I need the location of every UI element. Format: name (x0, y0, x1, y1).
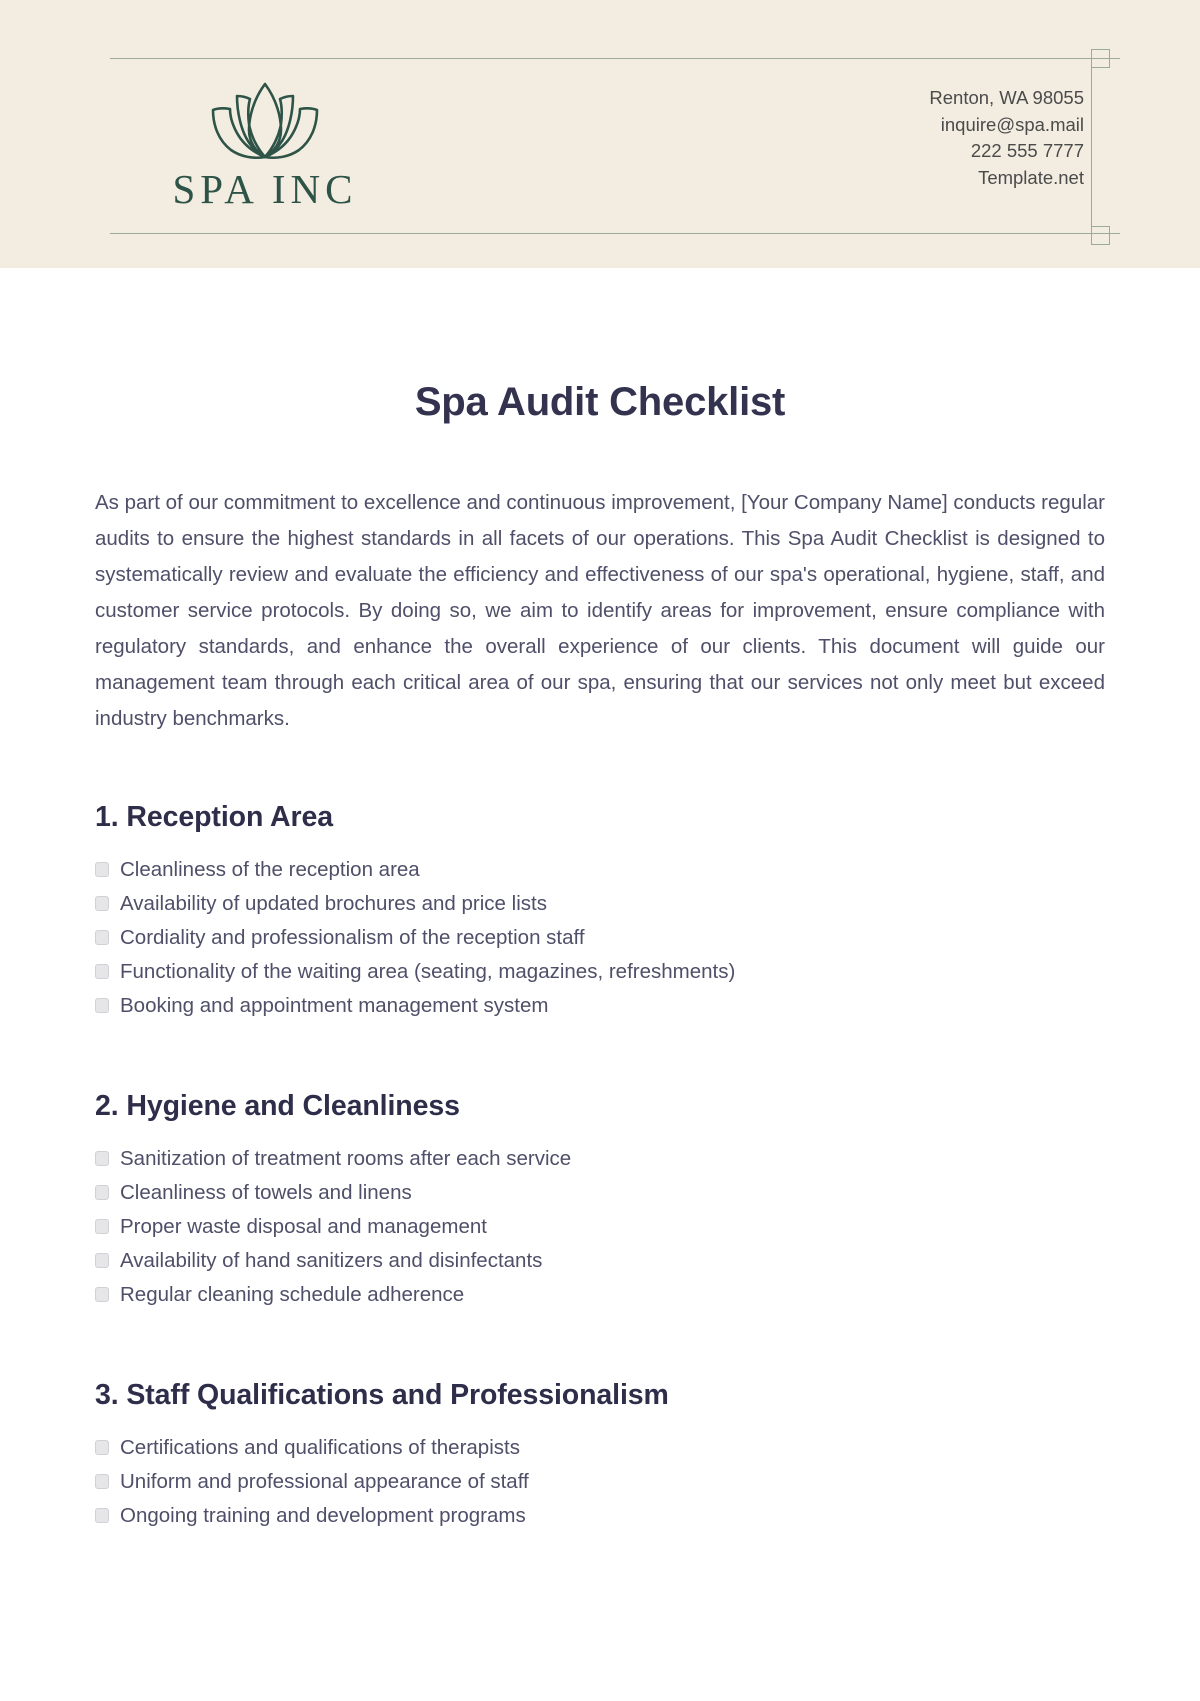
checkbox-icon[interactable] (95, 1287, 109, 1302)
list-item[interactable]: Uniform and professional appearance of s… (95, 1468, 1105, 1496)
lotus-flower-icon (211, 82, 319, 160)
list-item[interactable]: Cleanliness of the reception area (95, 856, 1105, 884)
checkbox-icon[interactable] (95, 1440, 109, 1455)
list-item-label: Uniform and professional appearance of s… (120, 1470, 529, 1493)
list-item-label: Sanitization of treatment rooms after ea… (120, 1147, 572, 1170)
list-item-label: Cordiality and professionalism of the re… (120, 926, 585, 949)
checklist-section: 1. Reception Area Cleanliness of the rec… (95, 737, 1105, 1020)
checklist-section: 3. Staff Qualifications and Professional… (95, 1315, 1105, 1530)
header-rule-bottom (110, 233, 1120, 234)
list-item[interactable]: Sanitization of treatment rooms after ea… (95, 1145, 1105, 1173)
list-item-label: Ongoing training and development program… (120, 1504, 526, 1527)
checkbox-icon[interactable] (95, 930, 109, 945)
list-item[interactable]: Availability of hand sanitizers and disi… (95, 1247, 1105, 1275)
list-item[interactable]: Functionality of the waiting area (seati… (95, 958, 1105, 986)
header-rule-top (110, 58, 1120, 59)
document-header: SPA INC Renton, WA 98055 inquire@spa.mai… (0, 0, 1200, 268)
intro-paragraph: As part of our commitment to excellence … (95, 491, 1105, 730)
list-item[interactable]: Proper waste disposal and management (95, 1213, 1105, 1241)
list-item[interactable]: Availability of updated brochures and pr… (95, 890, 1105, 918)
page-title: Spa Audit Checklist (414, 380, 786, 424)
checklist-items: Sanitization of treatment rooms after ea… (95, 1123, 1105, 1309)
checkbox-icon[interactable] (95, 1219, 109, 1234)
list-item-label: Cleanliness of the reception area (120, 858, 420, 881)
checkbox-icon[interactable] (95, 1151, 109, 1166)
list-item-label: Booking and appointment management syste… (120, 994, 549, 1017)
header-frame-square-bottom (1091, 226, 1110, 245)
brand-logo: SPA INC (135, 78, 395, 211)
list-item-label: Availability of hand sanitizers and disi… (120, 1249, 543, 1272)
list-item-label: Regular cleaning schedule adherence (120, 1283, 465, 1306)
list-item[interactable]: Cordiality and professionalism of the re… (95, 924, 1105, 952)
contact-phone: 222 555 7777 (970, 140, 1084, 161)
checkbox-icon[interactable] (95, 1185, 109, 1200)
header-frame-square-top (1091, 49, 1110, 68)
contact-website: Template.net (978, 166, 1084, 188)
list-item[interactable]: Ongoing training and development program… (95, 1502, 1105, 1530)
checklist-items: Cleanliness of the reception area Availa… (95, 834, 1105, 1020)
checkbox-icon[interactable] (95, 1474, 109, 1489)
header-inner: SPA INC Renton, WA 98055 inquire@spa.mai… (110, 0, 1120, 268)
list-item[interactable]: Certifications and qualifications of the… (95, 1434, 1105, 1462)
list-item-label: Functionality of the waiting area (seati… (120, 960, 736, 983)
list-item[interactable]: Cleanliness of towels and linens (95, 1179, 1105, 1207)
header-frame-vertical-line (1091, 52, 1092, 245)
section-heading: 1. Reception Area (95, 801, 333, 833)
checkbox-icon[interactable] (95, 1508, 109, 1523)
section-heading: 2. Hygiene and Cleanliness (95, 1090, 460, 1122)
header-contact-block: Renton, WA 98055 inquire@spa.mail 222 55… (929, 85, 1084, 191)
list-item-label: Availability of updated brochures and pr… (120, 892, 547, 915)
list-item[interactable]: Booking and appointment management syste… (95, 992, 1105, 1020)
list-item-label: Cleanliness of towels and linens (120, 1181, 412, 1204)
checkbox-icon[interactable] (95, 896, 109, 911)
checkbox-icon[interactable] (95, 862, 109, 877)
checklist-section: 2. Hygiene and Cleanliness Sanitization … (95, 1026, 1105, 1309)
section-heading: 3. Staff Qualifications and Professional… (95, 1379, 669, 1411)
contact-email: inquire@spa.mail (940, 113, 1084, 135)
checkbox-icon[interactable] (95, 964, 109, 979)
brand-wordmark: SPA INC (172, 166, 358, 212)
checkbox-icon[interactable] (95, 1253, 109, 1268)
list-item-label: Proper waste disposal and management (120, 1215, 487, 1238)
contact-address: Renton, WA 98055 (929, 87, 1084, 108)
list-item-label: Certifications and qualifications of the… (120, 1436, 520, 1459)
checklist-items: Certifications and qualifications of the… (95, 1412, 1105, 1530)
document-body: Spa Audit Checklist As part of our commi… (0, 268, 1200, 1530)
document-content: Spa Audit Checklist As part of our commi… (95, 268, 1105, 1530)
list-item[interactable]: Regular cleaning schedule adherence (95, 1281, 1105, 1309)
checkbox-icon[interactable] (95, 998, 109, 1013)
